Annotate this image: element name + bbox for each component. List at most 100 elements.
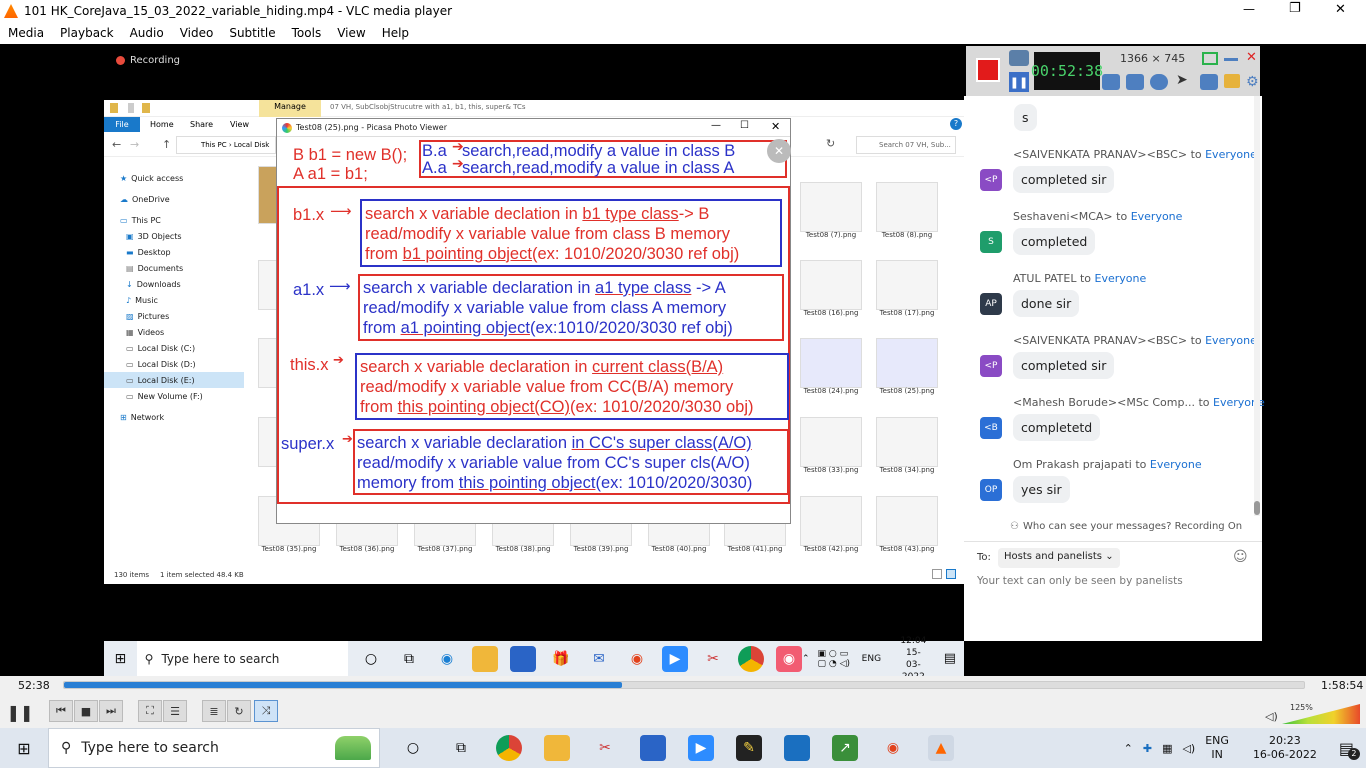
nav-desktop[interactable]: ▬ Desktop [104,244,244,260]
up-arrow-icon[interactable]: ↑ [162,138,171,151]
record-app-icon[interactable]: ◉ [880,735,906,761]
address-bar[interactable]: This PC › Local Disk [176,136,276,154]
chat-scrollbar[interactable] [1254,96,1260,516]
chrome-icon[interactable] [496,735,522,761]
cortana-icon[interactable]: ○ [358,646,384,672]
speaker-icon[interactable] [1102,74,1120,90]
search-box[interactable]: Search 07 VH, Sub... [856,136,956,154]
volume-icon[interactable]: ◁) [1265,710,1278,723]
ribbon-tab-home[interactable]: Home [150,120,174,129]
nav-pictures[interactable]: ▨ Pictures [104,308,244,324]
viewer-close-button[interactable]: ✕ [771,120,780,133]
next-button[interactable]: ⏭ [99,700,123,722]
manage-tab[interactable]: Manage [259,100,321,117]
nav-videos[interactable]: ▦ Videos [104,324,244,340]
menu-view[interactable]: View [329,26,373,40]
refresh-icon[interactable]: ↻ [826,137,835,150]
store-icon[interactable] [510,645,536,672]
file-thumbnail[interactable] [876,338,938,388]
chat-input[interactable]: Your text can only be seen by panelists [977,575,1183,587]
nav-3d-objects[interactable]: ▣ 3D Objects [104,228,244,244]
mail-icon[interactable]: ✉ [586,646,612,672]
photos-icon[interactable] [784,735,810,761]
ribbon-tab-view[interactable]: View [230,120,249,129]
cortana-icon[interactable]: ○ [400,735,426,761]
language-indicator[interactable]: ENG IN [1205,734,1229,762]
close-button[interactable]: ✕ [1335,2,1346,17]
extended-settings-button[interactable]: ☰ [163,700,187,722]
notification-icon[interactable]: ▤ [944,651,956,666]
details-view-icon[interactable] [932,569,942,579]
menu-help[interactable]: Help [374,26,417,40]
fit-window-icon[interactable] [1202,52,1218,65]
chrome-icon[interactable] [738,645,764,672]
menu-subtitle[interactable]: Subtitle [221,26,283,40]
gear-icon[interactable]: ⚙ [1246,74,1259,90]
privacy-link[interactable]: ⚇ Who can see your messages? Recording On [1010,521,1242,532]
nav-this-pc[interactable]: ▭ This PC [104,212,244,228]
folder-icon[interactable] [544,735,570,761]
language-indicator[interactable]: ENG [862,654,881,664]
record-app-icon[interactable]: ◉ [624,646,650,672]
quick-access-toolbar-icon[interactable] [110,103,166,113]
thumbnail-view-icon[interactable] [946,569,956,579]
zoom-icon[interactable]: ▶ [662,645,688,672]
file-thumbnail[interactable] [876,182,938,232]
chevron-up-icon[interactable]: ⌃ [1124,742,1133,755]
nav-local-disk-d[interactable]: ▭ Local Disk (D:) [104,356,244,372]
sticky-notes-icon[interactable]: ✎ [736,735,762,761]
search-input[interactable]: ⚲ Type here to search [48,728,380,768]
file-thumbnail[interactable] [876,260,938,310]
folder-icon[interactable] [472,645,498,672]
back-arrow-icon[interactable]: ← [112,138,121,151]
notification-icon[interactable]: ▤ 2 [1339,739,1360,760]
windows-start-icon[interactable]: ⊞ [0,739,48,758]
nav-onedrive[interactable]: ☁ OneDrive [104,191,244,207]
task-view-icon[interactable]: ⧉ [396,646,422,672]
snip-icon[interactable]: ✂ [592,735,618,761]
pause-record-button[interactable]: ❚❚ [1009,72,1029,92]
folder-icon[interactable] [1224,74,1240,88]
file-thumbnail[interactable] [258,417,278,467]
viewer-minimize-button[interactable]: — [711,120,721,131]
minimize-recorder-icon[interactable] [1224,58,1238,61]
emoji-icon[interactable]: ☺ [1233,549,1248,565]
pen-icon[interactable] [1200,74,1218,90]
seek-bar[interactable] [63,681,1305,689]
file-thumbnail[interactable] [800,182,862,232]
chart-app-icon[interactable]: ↗ [832,735,858,761]
chevron-up-icon[interactable]: ⌃ [802,654,810,664]
fullscreen-button[interactable]: ⛶ [138,700,162,722]
nav-network[interactable]: ⊞ Network [104,409,244,425]
mic-icon[interactable] [1126,74,1144,90]
viewer-close-overlay-icon[interactable]: ✕ [767,139,791,163]
camera-app-icon[interactable]: ◉ [776,645,802,672]
cursor-icon[interactable]: ➤ [1176,72,1188,88]
previous-button[interactable]: ⏮ [49,700,73,722]
plus-icon[interactable]: ✚ [1143,742,1152,755]
menu-audio[interactable]: Audio [122,26,172,40]
ribbon-tab-share[interactable]: Share [190,120,213,129]
camera-icon[interactable] [1009,50,1029,66]
nav-quick-access[interactable]: ★ Quick access [104,170,244,186]
zoom-icon[interactable]: ▶ [688,735,714,761]
ribbon-tab-file[interactable]: File [104,117,140,132]
help-icon[interactable]: ? [950,118,962,130]
windows-start-icon[interactable]: ⊞ [104,651,137,667]
file-thumbnail[interactable] [876,496,938,546]
nav-music[interactable]: ♪ Music [104,292,244,308]
gift-icon[interactable]: 🎁 [548,646,574,672]
loop-button[interactable]: ↻ [227,700,251,722]
store-icon[interactable] [640,735,666,761]
forward-arrow-icon[interactable]: → [130,138,139,151]
speaker-icon[interactable]: ◁) [1182,742,1195,755]
nav-new-volume-f[interactable]: ▭ New Volume (F:) [104,388,244,404]
shuffle-button[interactable]: ⤨ [254,700,278,722]
nav-local-disk-e[interactable]: ▭ Local Disk (E:) [104,372,244,388]
recipient-select[interactable]: Hosts and panelists ⌄ [998,548,1120,568]
stop-record-button[interactable] [976,58,1000,82]
file-thumbnail[interactable] [800,496,862,546]
menu-video[interactable]: Video [172,26,222,40]
file-thumbnail[interactable] [258,260,278,310]
task-view-icon[interactable]: ⧉ [448,735,474,761]
